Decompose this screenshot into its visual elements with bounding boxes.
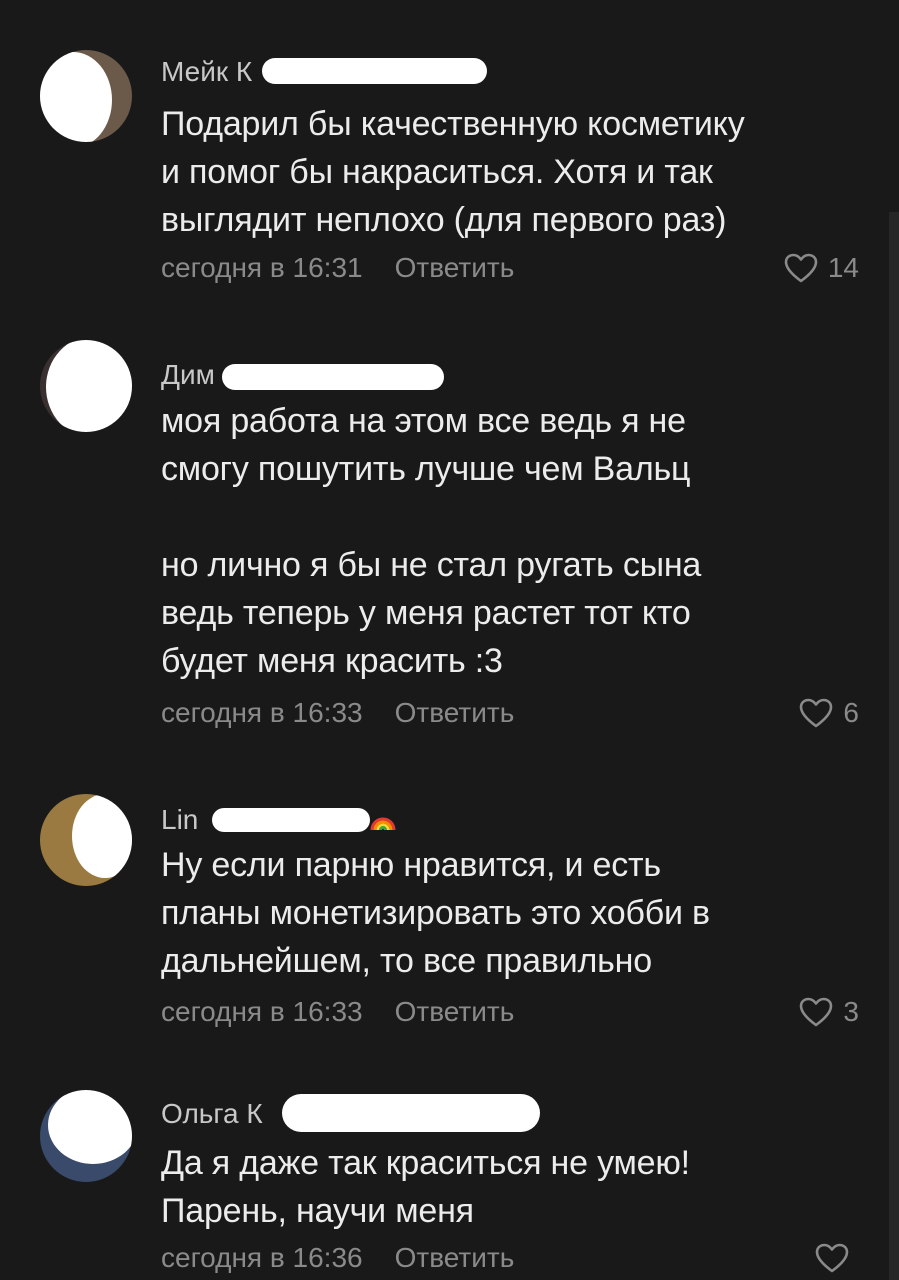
avatar-redaction (72, 794, 132, 878)
author-row: Lin (161, 800, 198, 840)
comment-meta: сегодня в 16:31 Ответить (161, 248, 861, 288)
reply-button[interactable]: Ответить (395, 1242, 515, 1274)
comment-time: сегодня в 16:36 (161, 1242, 363, 1273)
comment-text: Да я даже так краситься не умею! Парень,… (161, 1144, 690, 1230)
heart-outline-icon (800, 997, 833, 1027)
comment-text: Ну если парню нравится, и есть планы мон… (161, 846, 710, 980)
like-count: 14 (827, 252, 859, 283)
comment-time: сегодня в 16:33 (161, 996, 363, 1027)
like-button[interactable]: 14 (784, 248, 859, 288)
rainbow-icon (370, 817, 396, 831)
name-redaction (282, 1094, 540, 1132)
comment-time: сегодня в 16:31 (161, 252, 363, 283)
author-name[interactable]: Ольга К (161, 1098, 263, 1130)
name-redaction (212, 808, 370, 832)
heart-outline-icon (815, 1243, 849, 1273)
scrollbar[interactable] (889, 212, 899, 1280)
avatar[interactable] (40, 1090, 132, 1182)
reply-button[interactable]: Ответить (395, 252, 515, 284)
comment-meta: сегодня в 16:33 Ответить (161, 693, 861, 733)
author-row: Ольга К (161, 1094, 263, 1134)
like-count: 3 (843, 996, 859, 1027)
comment-text: моя работа на этом все ведь я не смогу п… (161, 402, 702, 680)
comment-time: сегодня в 16:33 (161, 697, 363, 728)
like-count: 6 (843, 697, 859, 728)
comment-text: Подарил бы качественную косметику и помо… (161, 105, 745, 239)
name-redaction (222, 364, 444, 390)
heart-outline-icon (784, 253, 818, 283)
author-name[interactable]: Lin (161, 804, 198, 836)
author-name[interactable]: Дим (161, 359, 215, 391)
name-redaction (262, 58, 487, 84)
avatar[interactable] (40, 794, 132, 886)
comment-meta: сегодня в 16:33 Ответить (161, 992, 861, 1032)
comment-meta: сегодня в 16:36 Ответить (161, 1238, 861, 1278)
like-button[interactable] (815, 1238, 859, 1278)
avatar-redaction (46, 340, 132, 432)
reply-button[interactable]: Ответить (395, 996, 515, 1028)
author-row: Дим (161, 355, 215, 395)
heart-outline-icon (800, 698, 833, 728)
avatar-redaction (40, 52, 112, 142)
avatar[interactable] (40, 340, 132, 432)
avatar-redaction (48, 1090, 132, 1164)
author-name[interactable]: Мейк К (161, 56, 252, 88)
author-row: Мейк К (161, 52, 252, 92)
reply-button[interactable]: Ответить (395, 697, 515, 729)
like-button[interactable]: 6 (799, 693, 859, 733)
like-button[interactable]: 3 (799, 992, 859, 1032)
avatar[interactable] (40, 50, 132, 142)
